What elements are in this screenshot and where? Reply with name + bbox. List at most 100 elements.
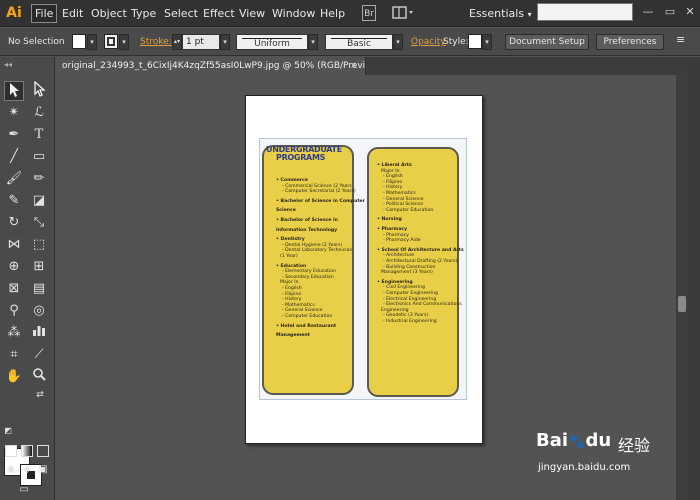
color-mode-icon[interactable] xyxy=(5,445,17,457)
stroke-weight-field[interactable]: 1 pt xyxy=(182,34,220,50)
variable-width-profile[interactable]: Uniform xyxy=(236,34,308,50)
workspace-switcher[interactable]: Essentials ▾ xyxy=(469,4,532,24)
width-tool-icon[interactable]: ⋈ xyxy=(4,235,24,255)
lasso-tool-icon[interactable]: ℒ xyxy=(29,103,49,123)
column-graph-tool-icon[interactable] xyxy=(29,323,49,343)
pen-tool-icon[interactable]: ✒ xyxy=(4,125,24,145)
opacity-label[interactable]: Opacity xyxy=(411,35,446,49)
document-tab-title: original_234993_t_6CixIj4K4zqZf55asI0LwP… xyxy=(62,61,366,71)
menu-bar: Ai File Edit Object Type Select Effect V… xyxy=(0,0,700,27)
program-line: Information Technology xyxy=(276,227,338,233)
blend-tool-icon[interactable]: ◎ xyxy=(29,301,49,321)
control-bar: No Selection ▾ ▾ Stroke: ▴▾ 1 pt ▾ Unifo… xyxy=(0,28,700,56)
brush-dropdown-icon[interactable]: ▾ xyxy=(393,34,403,50)
brush-definition[interactable]: Basic xyxy=(325,34,393,50)
menu-view[interactable]: View xyxy=(236,4,268,23)
symbol-sprayer-tool-icon[interactable]: ⁂ xyxy=(4,323,24,343)
program-line: Science xyxy=(276,208,296,214)
tools-panel: ◂◂ ✴ ℒ ✒ T ╱ ▭ 🖌 ✏ ✎ ◪ ↻ ⤡ ⋈ ⬚ ⊕ ⊞ ⊠ ▤ ⚲… xyxy=(0,57,55,500)
hand-tool-icon[interactable]: ✋ xyxy=(4,367,24,387)
stroke-weight-stepper[interactable]: ▴▾ xyxy=(172,34,182,50)
graphic-style-swatch[interactable] xyxy=(468,34,482,49)
program-line: • Bachelor of Science in xyxy=(276,218,338,223)
paintbrush-tool-icon[interactable]: 🖌 xyxy=(4,169,24,189)
scrollbar-thumb[interactable] xyxy=(678,296,686,312)
menu-edit[interactable]: Edit xyxy=(59,4,86,23)
menu-type[interactable]: Type xyxy=(128,4,159,23)
gradient-mode-icon[interactable] xyxy=(21,445,33,457)
eraser-tool-icon[interactable]: ◪ xyxy=(29,191,49,211)
program-line: • Nursing xyxy=(377,217,402,223)
program-line: - Industrial Engineering xyxy=(383,319,437,324)
selection-status: No Selection xyxy=(8,37,65,47)
fill-color-swatch[interactable] xyxy=(72,34,86,49)
zoom-tool-icon[interactable] xyxy=(29,367,49,387)
collapse-panel-icon[interactable]: ◂◂ xyxy=(4,60,12,69)
scale-tool-icon[interactable]: ⤡ xyxy=(29,213,49,233)
stroke-label[interactable]: Stroke: xyxy=(140,35,172,49)
watermark-brand: Bai🐾du xyxy=(536,430,612,451)
stroke-dropdown-icon[interactable]: ▾ xyxy=(119,34,129,50)
mesh-tool-icon[interactable]: ⊠ xyxy=(4,279,24,299)
program-line: - Pharmacy Aide xyxy=(383,238,421,244)
minimize-icon[interactable]: — xyxy=(640,5,656,19)
close-tab-icon[interactable]: × xyxy=(350,57,358,75)
program-line: Management (3 Years) xyxy=(381,270,433,276)
menu-select[interactable]: Select xyxy=(161,4,201,23)
selection-tool-icon[interactable] xyxy=(4,81,24,101)
workspace-label: Essentials xyxy=(469,7,525,20)
perspective-grid-tool-icon[interactable]: ⊞ xyxy=(29,257,49,277)
bridge-icon[interactable]: Br xyxy=(362,5,376,21)
maximize-icon[interactable]: ▭ xyxy=(662,5,678,19)
search-input[interactable] xyxy=(537,3,633,21)
program-line: Management xyxy=(276,333,310,339)
artboard-tool-icon[interactable]: ⌗ xyxy=(4,345,24,365)
type-tool-icon[interactable]: T xyxy=(29,125,49,145)
free-transform-tool-icon[interactable]: ⬚ xyxy=(29,235,49,255)
pencil-tool-icon[interactable]: ✏ xyxy=(29,169,49,189)
watermark-product: 经验 xyxy=(618,436,651,455)
screen-mode-icon[interactable]: ▭ xyxy=(14,483,34,497)
blob-brush-tool-icon[interactable]: ✎ xyxy=(4,191,24,211)
swap-fill-stroke-icon[interactable]: ⇄ xyxy=(34,389,46,401)
rectangle-tool-icon[interactable]: ▭ xyxy=(29,147,49,167)
variable-width-dropdown-icon[interactable]: ▾ xyxy=(308,34,318,50)
magic-wand-tool-icon[interactable]: ✴ xyxy=(4,103,24,123)
stroke-color-swatch[interactable] xyxy=(104,34,118,49)
slice-tool-icon[interactable]: ⟋ xyxy=(29,345,49,365)
document-tab[interactable]: original_234993_t_6CixIj4K4zqZf55asI0LwP… xyxy=(56,57,366,75)
program-line: - Computer Education xyxy=(282,314,333,319)
default-colors-icon[interactable]: ◩ xyxy=(2,425,14,437)
fill-dropdown-icon[interactable]: ▾ xyxy=(87,34,97,50)
app-logo: Ai xyxy=(6,5,22,21)
stroke-weight-dropdown-icon[interactable]: ▾ xyxy=(220,34,230,50)
panel-dock xyxy=(688,57,700,500)
menu-object[interactable]: Object xyxy=(88,4,130,23)
program-line: - Computer Secretarial (2 Years) xyxy=(282,189,356,195)
draw-inside-icon[interactable]: ▣ xyxy=(36,463,50,477)
rotate-tool-icon[interactable]: ↻ xyxy=(4,213,24,233)
menu-effect[interactable]: Effect xyxy=(200,4,238,23)
menu-file[interactable]: File xyxy=(31,4,58,23)
arrange-documents-icon[interactable] xyxy=(392,5,416,21)
watermark-url: jingyan.baidu.com xyxy=(538,462,631,473)
graphic-style-dropdown-icon[interactable]: ▾ xyxy=(482,34,492,50)
close-icon[interactable]: ✕ xyxy=(682,5,698,19)
document-setup-button[interactable]: Document Setup xyxy=(505,34,589,50)
preferences-button[interactable]: Preferences xyxy=(596,34,664,50)
draw-normal-icon[interactable]: ◉ xyxy=(4,463,18,477)
menu-help[interactable]: Help xyxy=(317,4,348,23)
line-segment-tool-icon[interactable]: ╱ xyxy=(4,147,24,167)
direct-selection-tool-icon[interactable] xyxy=(29,80,49,101)
eyedropper-tool-icon[interactable]: ⚲ xyxy=(4,301,24,321)
menu-window[interactable]: Window xyxy=(269,4,318,23)
none-mode-icon[interactable] xyxy=(37,445,49,457)
panel-menu-icon[interactable]: ≡ xyxy=(676,33,685,47)
draw-behind-icon[interactable]: ◈ xyxy=(20,463,34,477)
program-line: (1 Year) xyxy=(280,254,298,259)
shape-builder-tool-icon[interactable]: ⊕ xyxy=(4,257,24,277)
program-line: • Hotel and Restaurant xyxy=(276,323,337,329)
style-label: Style: xyxy=(443,37,469,47)
program-line: - Computer Education xyxy=(383,207,434,213)
gradient-tool-icon[interactable]: ▤ xyxy=(29,279,49,299)
